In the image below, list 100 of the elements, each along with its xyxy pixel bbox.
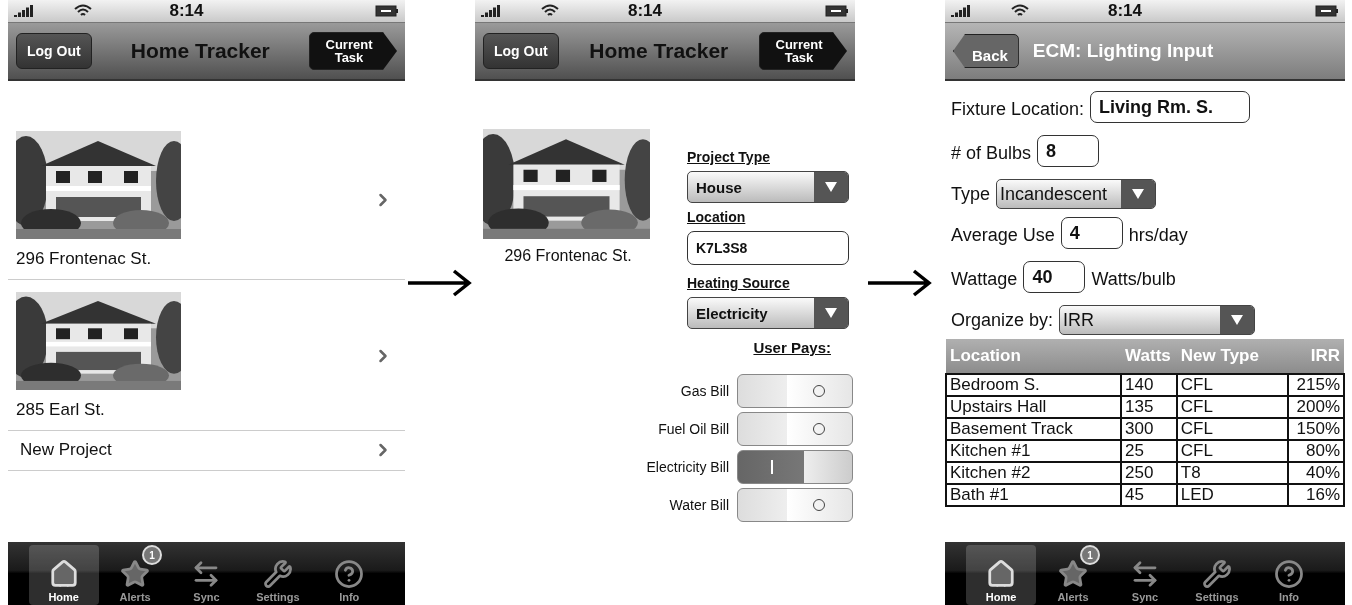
dropdown[interactable]: Electricity <box>687 297 849 329</box>
nav-button[interactable]: Current Task <box>309 32 397 70</box>
table-cell: Upstairs Hall <box>946 396 1122 418</box>
list-item-label: 285 Earl St. <box>16 400 106 420</box>
signal-icon <box>481 5 501 17</box>
status-time: 8:14 <box>1108 1 1143 21</box>
wifi-icon <box>74 4 92 18</box>
dropdown[interactable]: Incandescent <box>996 179 1157 209</box>
column-header: IRR <box>1288 339 1344 374</box>
nav-button[interactable]: Log Out <box>16 33 92 69</box>
wifi-icon <box>1011 4 1029 18</box>
table-cell: Bath #1 <box>946 484 1122 506</box>
toggle-label: Fuel Oil Bill <box>658 421 729 437</box>
tab[interactable]: Home <box>28 545 99 605</box>
dropdown[interactable]: IRR <box>1059 305 1256 335</box>
table-cell: 45 <box>1121 484 1177 506</box>
dropdown[interactable]: House <box>687 171 849 203</box>
table-cell: LED <box>1176 484 1289 506</box>
project-label: 296 Frontenac St. <box>503 247 633 265</box>
column-header: New Type <box>1176 339 1289 374</box>
list-item-label: New Project <box>20 440 113 460</box>
table-cell: CFL <box>1176 374 1289 396</box>
caret-icon <box>1132 189 1145 199</box>
battery-icon <box>825 5 849 17</box>
table-cell: 300 <box>1121 418 1177 440</box>
battery-icon <box>1315 5 1339 17</box>
table-cell: 25 <box>1121 440 1177 462</box>
field-heading: Location <box>687 209 747 225</box>
table-cell: 135 <box>1121 396 1177 418</box>
toggle-label: Electricity Bill <box>646 459 729 475</box>
toggles-heading: User Pays: <box>753 339 831 356</box>
table-cell: Bedroom S. <box>946 374 1122 396</box>
list-item[interactable]: 285 Earl St. <box>8 280 405 431</box>
toggle-switch[interactable] <box>737 412 853 446</box>
toggle-switch[interactable] <box>737 374 853 408</box>
list-item[interactable]: New Project <box>8 431 405 471</box>
back-button[interactable]: Back <box>953 34 1019 68</box>
home-icon <box>986 559 1016 589</box>
arrow-icon <box>868 268 932 298</box>
tab[interactable]: Settings <box>242 545 313 605</box>
tab[interactable]: Info <box>1254 545 1324 605</box>
list-item-label: 296 Frontenac St. <box>16 249 153 269</box>
signal-icon <box>951 5 971 17</box>
table-cell: CFL <box>1176 396 1289 418</box>
nav-title: Home Tracker <box>129 39 271 63</box>
toggle-switch[interactable] <box>737 488 853 522</box>
tab[interactable]: Alerts 1 <box>1038 545 1108 605</box>
wrench-icon <box>1202 559 1232 589</box>
unit-label: Watts/bulb <box>1091 268 1176 290</box>
tab[interactable]: Sync <box>171 545 242 605</box>
table-cell: 250 <box>1121 462 1177 484</box>
badge: 1 <box>1080 545 1100 565</box>
table-cell: Basement Track <box>946 418 1122 440</box>
arrow-icon <box>408 268 472 298</box>
nav-button[interactable]: Current Task <box>759 32 847 70</box>
star-icon <box>120 559 151 589</box>
caret-icon <box>825 308 837 318</box>
field-label: Fixture Location: <box>951 98 1085 120</box>
input-field[interactable]: K7L3S8 <box>687 231 849 265</box>
nav-title: Home Tracker <box>588 39 730 63</box>
help-icon <box>334 559 365 589</box>
input-field[interactable]: 4 <box>1060 217 1123 249</box>
toggle-label: Water Bill <box>669 497 729 513</box>
unit-label: hrs/day <box>1128 224 1188 246</box>
table-cell: T8 <box>1176 462 1289 484</box>
tab[interactable]: Sync <box>1110 545 1180 605</box>
column-header: Watts <box>1121 339 1177 374</box>
list-item[interactable]: 296 Frontenac St. <box>8 119 405 280</box>
status-time: 8:14 <box>169 1 205 21</box>
tab[interactable]: Settings <box>1182 545 1252 605</box>
table-cell: 140 <box>1121 374 1177 396</box>
star-icon <box>1058 559 1088 589</box>
field-heading: Heating Source <box>687 275 791 291</box>
field-label: Type <box>951 183 991 205</box>
table-cell: CFL <box>1176 440 1289 462</box>
tab[interactable]: Info <box>314 545 385 605</box>
wifi-icon <box>541 4 559 18</box>
table-cell: 215% <box>1288 374 1344 396</box>
tab[interactable]: Alerts 1 <box>100 545 171 605</box>
tab[interactable]: Home <box>966 545 1036 605</box>
nav-button[interactable]: Log Out <box>483 33 559 69</box>
table-cell: Kitchen #2 <box>946 462 1122 484</box>
signal-icon <box>14 5 34 17</box>
input-field[interactable]: 8 <box>1037 135 1100 167</box>
table-cell: 80% <box>1288 440 1344 462</box>
field-label: Wattage <box>951 268 1018 290</box>
nav-title: ECM: Lighting Input <box>1032 40 1214 62</box>
input-field[interactable]: 40 <box>1023 261 1086 293</box>
caret-icon <box>1231 315 1244 325</box>
toggle-switch[interactable] <box>737 450 853 484</box>
input-field[interactable]: Living Rm. S. <box>1090 91 1251 123</box>
table-cell: CFL <box>1176 418 1289 440</box>
table-cell: 40% <box>1288 462 1344 484</box>
help-icon <box>1274 559 1304 589</box>
field-label: Organize by: <box>951 309 1054 331</box>
status-time: 8:14 <box>628 1 663 21</box>
field-heading: Project Type <box>687 149 771 165</box>
caret-icon <box>825 182 837 192</box>
wrench-icon <box>262 559 293 589</box>
field-label: Average Use <box>951 224 1055 246</box>
